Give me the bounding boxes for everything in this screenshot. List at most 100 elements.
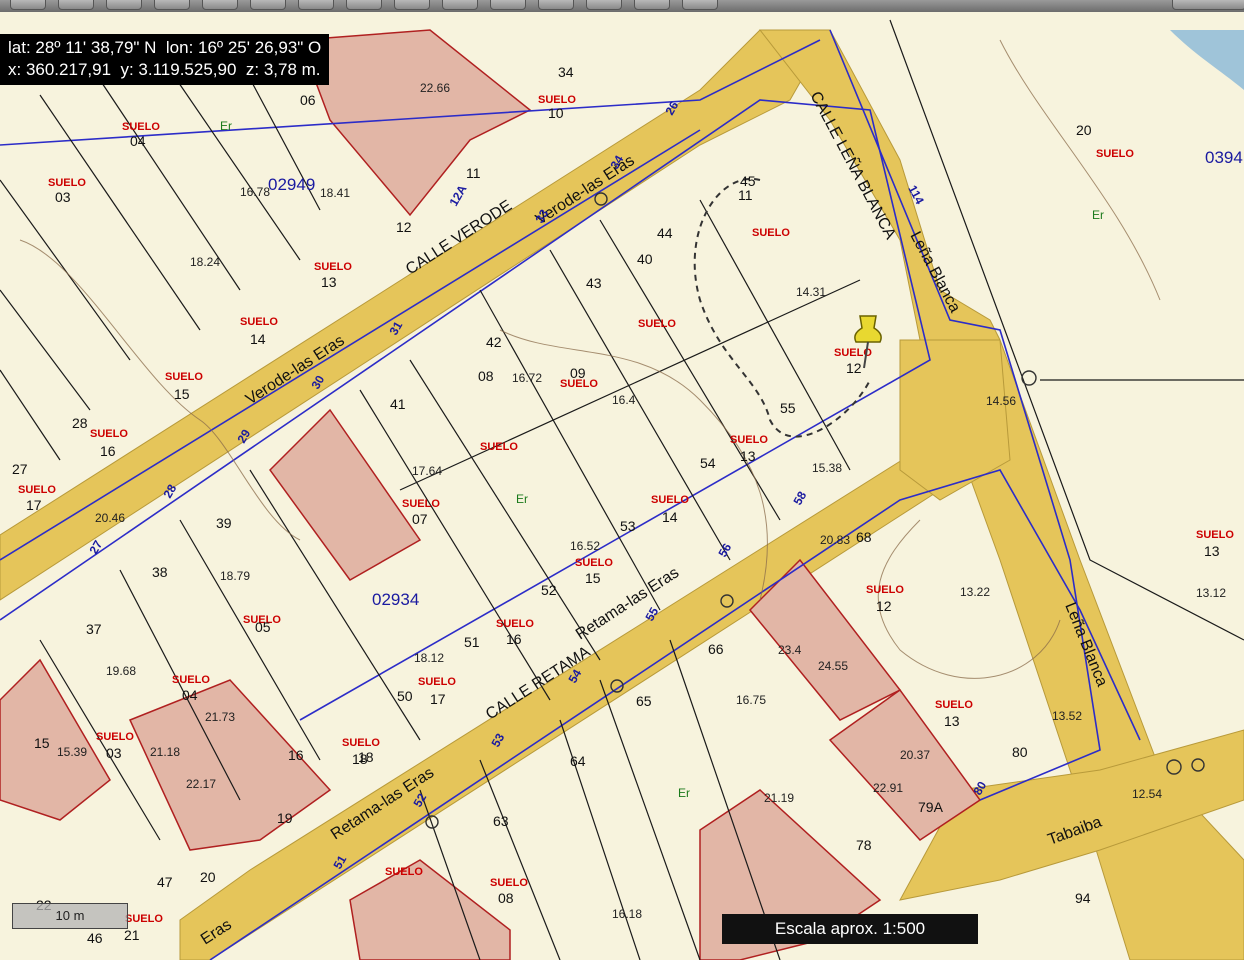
toolbar-button[interactable] — [634, 0, 670, 10]
suelo-label: SUELO — [935, 699, 973, 711]
suelo-number: 15 — [585, 570, 601, 586]
parcel-number: 80 — [1012, 744, 1028, 760]
elevation: 16.18 — [612, 907, 642, 921]
elevation: 16.72 — [512, 371, 542, 385]
suelo-label: SUELO — [752, 227, 790, 239]
elevation: 19.68 — [106, 664, 136, 678]
toolbar-button[interactable] — [442, 0, 478, 10]
parcel-number: 34 — [558, 64, 574, 80]
suelo-number: 03 — [55, 189, 71, 205]
suelo-number: 16 — [506, 631, 522, 647]
suelo-number: 04 — [182, 687, 198, 703]
parcel-number: 38 — [152, 564, 168, 580]
elevation: 22.66 — [420, 81, 450, 95]
suelo-number: 16 — [100, 443, 116, 459]
toolbar-button[interactable] — [202, 0, 238, 10]
toolbar-button[interactable] — [538, 0, 574, 10]
suelo-number: 13 — [321, 274, 337, 290]
elevation: 21.19 — [764, 791, 794, 805]
parcel-number: 44 — [657, 225, 673, 241]
parcel-number: 19 — [277, 810, 293, 826]
parcel-number: 46 — [87, 930, 103, 946]
suelo-number: 17 — [26, 497, 42, 513]
er-label: Er — [678, 786, 690, 800]
suelo-number: 04 — [130, 133, 146, 149]
cadastral-map-canvas[interactable]: CALLE VERODE Verode-las Eras Verode-las … — [0, 12, 1244, 960]
elevation: 18.79 — [220, 569, 250, 583]
suelo-label: SUELO — [122, 121, 160, 133]
parcel-number: 55 — [780, 400, 796, 416]
suelo-label: SUELO — [96, 731, 134, 743]
coordinate-readout: lat: 28º 11' 38,79" N lon: 16º 25' 26,93… — [0, 34, 330, 85]
parcel-number: 50 — [397, 688, 413, 704]
elevation: 16.52 — [570, 539, 600, 553]
parcel-number: 63 — [493, 813, 509, 829]
suelo-label: SUELO — [866, 584, 904, 596]
parcel-number: 79A — [918, 799, 944, 815]
toolbar-button[interactable] — [586, 0, 622, 10]
elevation: 20.46 — [95, 511, 125, 525]
parcel-number: 43 — [586, 275, 602, 291]
suelo-number: 12 — [876, 598, 892, 614]
er-label: Er — [220, 119, 232, 133]
toolbar-button[interactable] — [58, 0, 94, 10]
elevation: 14.56 — [986, 394, 1016, 408]
parcel-number: 51 — [464, 634, 480, 650]
suelo-label: SUELO — [48, 177, 86, 189]
suelo-label: SUELO — [172, 674, 210, 686]
toolbar-button[interactable] — [1172, 0, 1244, 10]
toolbar-button[interactable] — [250, 0, 286, 10]
location-pin-icon[interactable] — [848, 312, 888, 372]
suelo-label: SUELO — [575, 557, 613, 569]
toolbar-button[interactable] — [298, 0, 334, 10]
parcel-number: 66 — [708, 641, 724, 657]
toolbar-button[interactable] — [490, 0, 526, 10]
parcel-number: 08 — [478, 368, 494, 384]
scale-bar-label: 10 m — [55, 908, 85, 923]
suelo-label: SUELO — [496, 618, 534, 630]
scale-indicator: Escala aprox. 1:500 — [722, 914, 978, 944]
toolbar-button[interactable] — [346, 0, 382, 10]
toolbar-button[interactable] — [106, 0, 142, 10]
suelo-number: 13 — [944, 713, 960, 729]
suelo-label: SUELO — [18, 484, 56, 496]
parcel-number: 54 — [700, 455, 716, 471]
suelo-label: SUELO — [418, 676, 456, 688]
suelo-label: SUELO — [165, 371, 203, 383]
suelo-number: 21 — [124, 927, 140, 943]
elevation: 23.4 — [778, 643, 802, 657]
elevation: 18.12 — [414, 651, 444, 665]
parcel-number: 28 — [72, 415, 88, 431]
toolbar-button[interactable] — [154, 0, 190, 10]
parcel-number: 41 — [390, 396, 406, 412]
parcel-number: 65 — [636, 693, 652, 709]
map-toolbar — [0, 0, 1244, 12]
suelo-label: SUELO — [385, 866, 423, 878]
parcel-number: 53 — [620, 518, 636, 534]
parcel-number: 09 — [570, 365, 586, 381]
coordinate-line-xyz: x: 360.217,91 y: 3.119.525,90 z: 3,78 m. — [8, 60, 321, 79]
parcel-number: 37 — [86, 621, 102, 637]
suelo-label: SUELO — [651, 494, 689, 506]
parcel-number: 68 — [856, 529, 872, 545]
coordinate-line-latlon: lat: 28º 11' 38,79" N lon: 16º 25' 26,93… — [8, 38, 322, 57]
suelo-label: SUELO — [1196, 529, 1234, 541]
toolbar-button[interactable] — [10, 0, 46, 10]
elevation: 21.18 — [150, 745, 180, 759]
elevation: 13.12 — [1196, 586, 1226, 600]
elevation: 15.39 — [57, 745, 87, 759]
elevation: 16.4 — [612, 393, 636, 407]
suelo-label: SUELO — [342, 737, 380, 749]
block-id: 02934 — [372, 590, 419, 609]
parcel-number: 64 — [570, 753, 586, 769]
elevation: 21.73 — [205, 710, 235, 724]
suelo-label: SUELO — [730, 434, 768, 446]
parcel-number: 10 — [548, 105, 564, 121]
suelo-label: SUELO — [125, 913, 163, 925]
toolbar-button[interactable] — [682, 0, 718, 10]
toolbar-button[interactable] — [394, 0, 430, 10]
suelo-label: SUELO — [480, 441, 518, 453]
parcel-number: 78 — [856, 837, 872, 853]
elevation: 18.24 — [190, 255, 220, 269]
suelo-number: 15 — [174, 386, 190, 402]
